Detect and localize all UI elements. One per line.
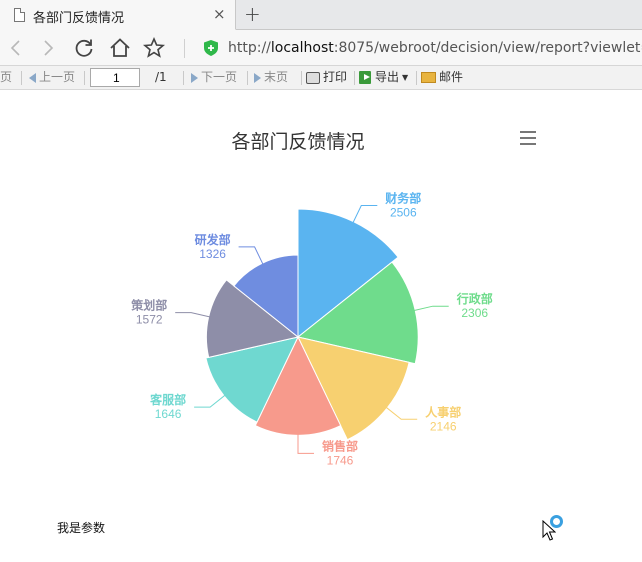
browser-tab[interactable]: 各部门反馈情况 × [0, 0, 236, 30]
slice-value-label: 2506 [390, 206, 417, 220]
prev-page-label: 上一页 [39, 70, 76, 84]
next-page-label: 下一页 [201, 70, 238, 84]
first-page-button[interactable]: 页 [0, 70, 12, 85]
rose-chart: 财务部2506 行政部2306 人事部2146 销售部1746 客服部1646 策划部15… [131, 191, 493, 468]
print-label: 打印 [323, 70, 348, 84]
browser-tab-bar: 各部门反馈情况 × + [0, 0, 642, 30]
mail-icon [421, 72, 436, 83]
toolbar-separator [247, 71, 248, 85]
arrow-right-icon [191, 72, 198, 83]
toolbar-separator [301, 71, 302, 85]
last-page-label: 末页 [264, 70, 289, 84]
toolbar-separator [416, 71, 417, 85]
toolbar-separator [183, 71, 184, 85]
loading-spinner-icon [550, 515, 563, 528]
printer-icon [306, 71, 320, 84]
page-icon [14, 8, 25, 22]
slice-value-label: 1746 [327, 453, 354, 467]
parameter-label: 我是参数 [57, 521, 106, 535]
forward-icon[interactable] [36, 36, 60, 60]
export-button[interactable]: 导出 ▼ [359, 70, 408, 85]
slice-value-label: 1646 [155, 407, 182, 421]
report-canvas: 财务部 2506 行政部 2306 人事部 2146 销售部 1746 客服部 1646 策划部 15… [0, 91, 642, 562]
slice-value-label: 2306 [461, 306, 488, 320]
browser-nav-bar: http://localhost:8075/webroot/decision/v… [0, 30, 642, 66]
page-number-input[interactable] [90, 68, 140, 87]
bookmark-star-icon[interactable] [142, 36, 166, 60]
slice-name-label: 策划部 [131, 298, 167, 313]
export-label: 导出 [375, 70, 400, 84]
export-icon [359, 71, 371, 84]
slice-name-label: 人事部 [425, 404, 461, 419]
slice-name-label: 财务部 [384, 191, 421, 206]
address-bar[interactable]: http://localhost:8075/webroot/decision/v… [194, 37, 642, 61]
reload-icon[interactable] [72, 36, 96, 60]
arrow-left-icon [29, 72, 36, 83]
url-text[interactable]: http://localhost:8075/webroot/decision/v… [228, 40, 642, 56]
slice-value-label: 1572 [136, 313, 163, 327]
print-button[interactable]: 打印 [306, 70, 347, 85]
slice-name-label: 研发部 [195, 232, 231, 247]
toolbar-separator [354, 71, 355, 85]
home-icon[interactable] [108, 36, 132, 60]
new-tab-icon[interactable]: + [244, 2, 261, 26]
prev-page-button[interactable]: 上一页 [29, 70, 75, 85]
toolbar-separator [21, 71, 22, 85]
mail-button[interactable]: 邮件 [421, 70, 463, 85]
last-page-button[interactable]: 末页 [254, 70, 288, 85]
chart-menu-icon[interactable] [520, 131, 536, 145]
page-total: /1 [155, 70, 167, 84]
url-path: :8075/webroot/decision/view/report?viewl… [333, 40, 642, 56]
next-page-button[interactable]: 下一页 [191, 70, 237, 85]
url-scheme: http:// [228, 40, 271, 56]
shield-icon [204, 40, 218, 56]
close-tab-icon[interactable]: × [213, 5, 226, 23]
tab-title: 各部门反馈情况 [33, 11, 125, 26]
url-host: localhost [270, 40, 334, 56]
nav-separator [184, 39, 185, 58]
mail-label: 邮件 [439, 70, 464, 84]
slice-name-label: 行政部 [456, 291, 493, 306]
slice-name-label: 销售部 [322, 438, 358, 453]
report-toolbar: 页 上一页 /1 下一页 末页 打印 导出▼ 邮件 [0, 66, 642, 90]
chart-title: 各部门反馈情况 [231, 131, 365, 153]
toolbar-separator [84, 71, 85, 85]
dropdown-caret-icon: ▼ [402, 73, 409, 82]
slice-value-label: 2146 [430, 419, 457, 433]
slice-value-label: 1326 [199, 247, 226, 261]
last-page-icon [254, 72, 261, 83]
slice-name-label: 客服部 [149, 392, 186, 407]
back-icon[interactable] [4, 36, 28, 60]
